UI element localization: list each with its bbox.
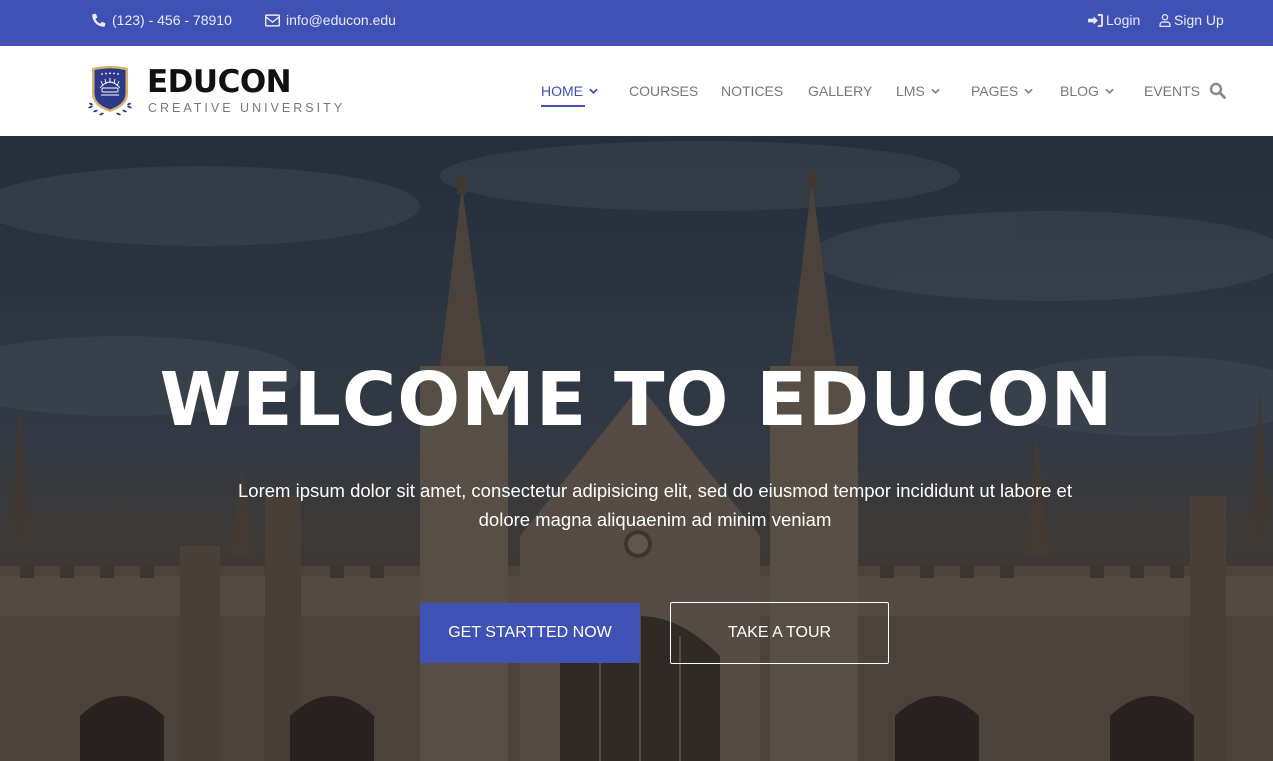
- brand-name[interactable]: EDUCON: [147, 64, 292, 100]
- hero-description: Lorem ipsum dolor sit amet, consectetur …: [238, 480, 1072, 530]
- hero-section: WELCOME TO EDUCON Lorem ipsum dolor sit …: [0, 136, 1273, 761]
- phone-number: (123) - 456 - 78910: [112, 12, 232, 28]
- nav-item-home[interactable]: HOME: [541, 83, 598, 107]
- nav-label: COURSES: [629, 83, 699, 99]
- phone-contact[interactable]: (123) - 456 - 78910: [92, 12, 232, 28]
- nav-label: LMS: [896, 83, 925, 99]
- nav-item-courses[interactable]: COURSES: [629, 83, 698, 99]
- brand-tagline: CREATIVE UNIVERSITY: [148, 101, 346, 115]
- signup-link[interactable]: Sign Up: [1159, 12, 1224, 28]
- nav-label: BLOG: [1060, 83, 1099, 99]
- nav-item-pages[interactable]: PAGES: [971, 83, 1033, 99]
- hero-title: WELCOME TO EDUCON: [159, 357, 1114, 443]
- chevron-down-icon: [589, 88, 598, 94]
- university-shield-logo[interactable]: [84, 64, 136, 118]
- chevron-down-icon: [931, 88, 940, 94]
- nav-label: HOME: [541, 83, 583, 99]
- nav-item-blog[interactable]: BLOG: [1060, 83, 1114, 99]
- get-started-button[interactable]: GET STARTTED NOW: [420, 603, 640, 663]
- signup-label: Sign Up: [1174, 12, 1224, 28]
- nav-item-notices[interactable]: NOTICES: [721, 83, 783, 99]
- chevron-down-icon: [1105, 88, 1114, 94]
- nav-label: PAGES: [971, 83, 1019, 99]
- chevron-down-icon: [1024, 88, 1033, 94]
- nav-label: EVENTS: [1144, 83, 1201, 99]
- hero-dark-overlay: [0, 136, 1273, 761]
- nav-label: GALLERY: [808, 83, 873, 99]
- nav-item-gallery[interactable]: GALLERY: [808, 83, 872, 99]
- main-header: EDUCON CREATIVE UNIVERSITY HOME COURSES …: [0, 46, 1273, 136]
- search-button[interactable]: [1209, 82, 1227, 100]
- phone-icon: [92, 13, 106, 27]
- email-address: info@educon.edu: [286, 12, 396, 28]
- envelope-icon: [265, 13, 280, 27]
- nav-item-lms[interactable]: LMS: [896, 83, 940, 99]
- login-label: Login: [1106, 12, 1141, 28]
- user-icon: [1159, 13, 1171, 27]
- nav-item-events[interactable]: EVENTS: [1144, 83, 1200, 99]
- nav-label: NOTICES: [721, 83, 784, 99]
- search-icon: [1209, 82, 1226, 99]
- top-contact-bar: (123) - 456 - 78910 info@educon.edu Logi…: [0, 0, 1273, 46]
- login-link[interactable]: Login: [1088, 12, 1140, 28]
- take-a-tour-button[interactable]: TAKE A TOUR: [670, 602, 889, 664]
- email-contact[interactable]: info@educon.edu: [265, 12, 396, 28]
- sign-in-icon: [1088, 13, 1103, 27]
